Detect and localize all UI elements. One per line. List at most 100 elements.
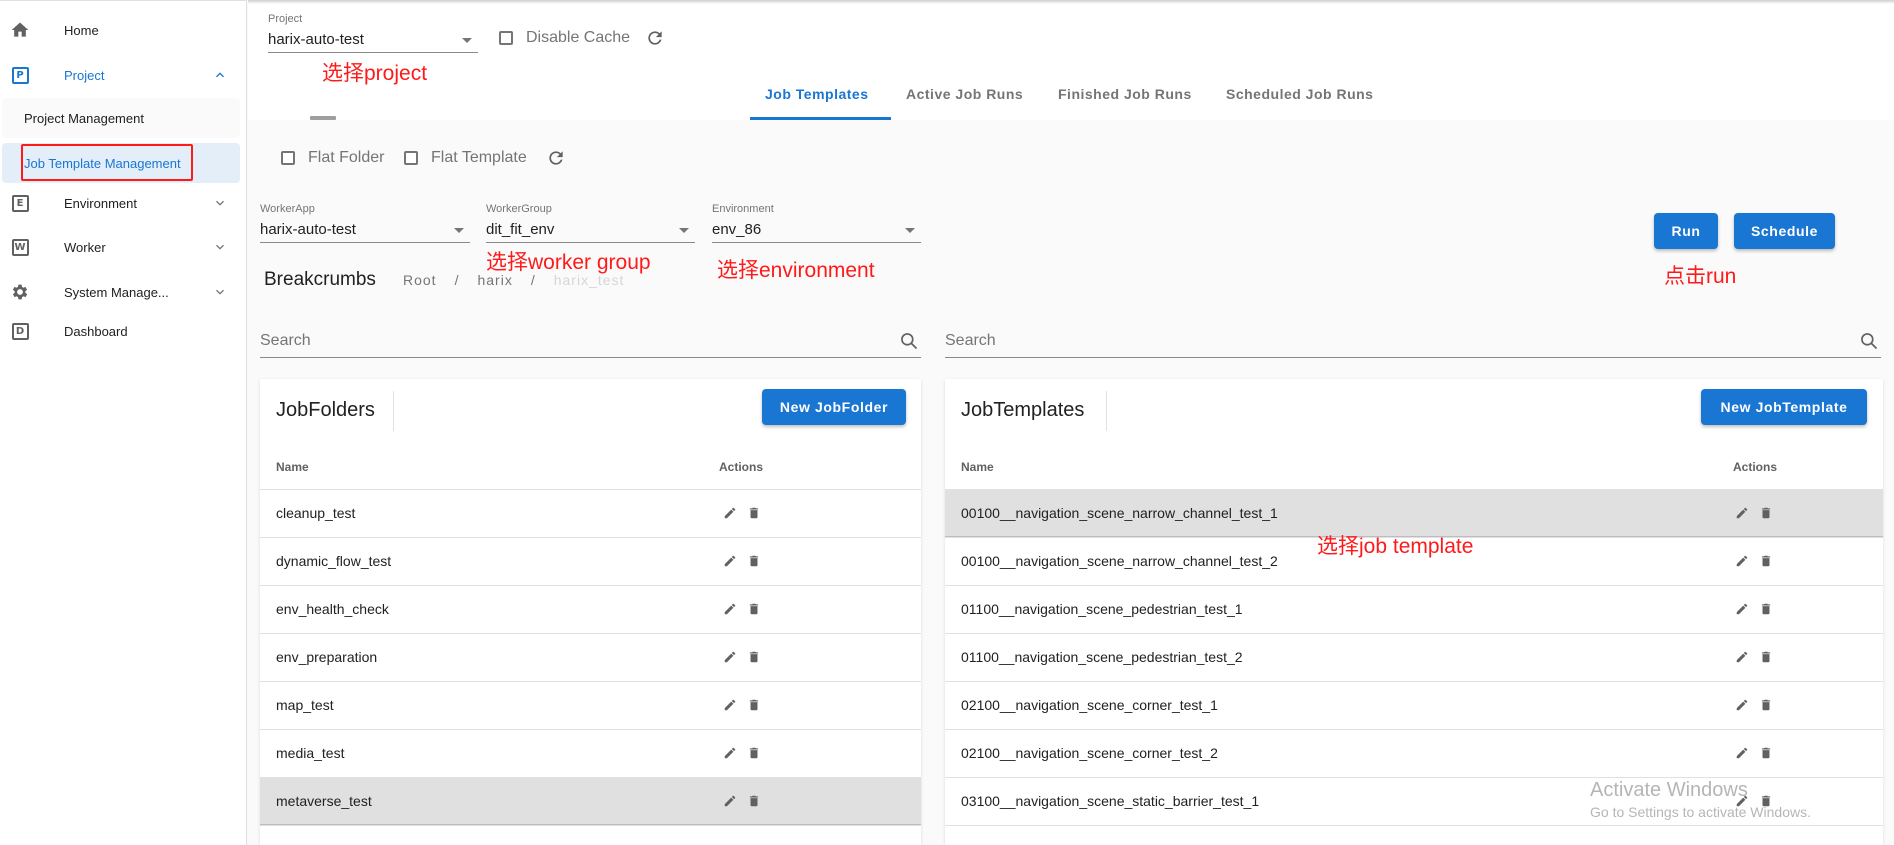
row-name: cleanup_test (276, 505, 356, 521)
row-name: dynamic_flow_test (276, 553, 392, 569)
flat-folder-checkbox[interactable] (281, 151, 295, 165)
table-row[interactable]: 02100__navigation_scene_corner_test_2 (945, 729, 1883, 777)
small-handle (310, 116, 336, 120)
delete-icon[interactable] (1759, 554, 1775, 570)
delete-icon[interactable] (747, 746, 763, 762)
flat-template-label: Flat Template (431, 149, 527, 166)
edit-icon[interactable] (723, 602, 739, 618)
sidebar-item-home[interactable]: Home (0, 10, 246, 50)
table-row[interactable]: 01100__navigation_scene_pedestrian_test_… (945, 585, 1883, 633)
edit-icon[interactable] (723, 746, 739, 762)
worker-app-label: WorkerApp (260, 203, 315, 215)
row-name: metaverse_test (276, 793, 372, 809)
delete-icon[interactable] (1759, 746, 1775, 762)
delete-icon[interactable] (747, 794, 763, 810)
edit-icon[interactable] (723, 650, 739, 666)
new-job-template-button[interactable]: New JobTemplate (1701, 389, 1867, 425)
annotation-select-project: 选择project (322, 62, 428, 85)
table-row[interactable]: map_test (260, 681, 921, 729)
sidebar-item-job-template-management[interactable]: Job Template Management (2, 143, 240, 183)
edit-icon[interactable] (1735, 554, 1751, 570)
refresh-icon[interactable] (645, 28, 665, 48)
tab-finished-job-runs[interactable]: Finished Job Runs (1058, 86, 1192, 102)
edit-icon[interactable] (1735, 602, 1751, 618)
table-row[interactable]: 02100__navigation_scene_corner_test_1 (945, 681, 1883, 729)
title-divider (393, 391, 394, 431)
worker-group-select[interactable]: dit_fit_env (486, 219, 695, 243)
template-search-input[interactable]: Search (945, 324, 1881, 358)
worker-app-select[interactable]: harix-auto-test (260, 219, 470, 243)
delete-icon[interactable] (1759, 506, 1775, 522)
sidebar-item-label: Home (64, 22, 99, 38)
folder-search-input[interactable]: Search (260, 324, 921, 358)
delete-icon[interactable] (747, 602, 763, 618)
chevron-down-icon (212, 284, 228, 300)
row-name: 02100__navigation_scene_corner_test_2 (961, 745, 1218, 761)
top-shadow (248, 0, 1894, 4)
flat-template-checkbox[interactable] (404, 151, 418, 165)
row-name: media_test (276, 745, 345, 761)
chevron-down-icon (212, 239, 228, 255)
top-header (248, 0, 1894, 120)
worker-group-label: WorkerGroup (486, 203, 552, 215)
new-job-folder-button[interactable]: New JobFolder (762, 389, 906, 425)
refresh-icon[interactable] (546, 148, 566, 168)
row-name: 01100__navigation_scene_pedestrian_test_… (961, 649, 1243, 665)
sidebar-item-project-management[interactable]: Project Management (2, 98, 240, 138)
sidebar-item-system-management[interactable]: System Manage... (0, 272, 246, 312)
edit-icon[interactable] (1735, 746, 1751, 762)
column-header-name: Name (961, 460, 994, 474)
environment-select[interactable]: env_86 (712, 219, 921, 243)
breadcrumb-item-harix[interactable]: harix (477, 272, 512, 288)
caret-down-icon (462, 38, 472, 43)
table-row[interactable]: cleanup_test (260, 489, 921, 537)
table-row[interactable]: 01100__navigation_scene_pedestrian_test_… (945, 633, 1883, 681)
delete-icon[interactable] (747, 698, 763, 714)
edit-icon[interactable] (723, 554, 739, 570)
schedule-button[interactable]: Schedule (1734, 213, 1835, 249)
sidebar-item-dashboard[interactable]: D Dashboard (0, 311, 246, 351)
edit-icon[interactable] (1735, 698, 1751, 714)
tab-scheduled-job-runs[interactable]: Scheduled Job Runs (1226, 86, 1373, 102)
project-select[interactable]: harix-auto-test (268, 29, 478, 53)
column-header-name: Name (276, 460, 309, 474)
tab-active-job-runs[interactable]: Active Job Runs (906, 86, 1023, 102)
chevron-down-icon (212, 195, 228, 211)
edit-icon[interactable] (1735, 650, 1751, 666)
row-name: 01100__navigation_scene_pedestrian_test_… (961, 601, 1243, 617)
run-button[interactable]: Run (1654, 213, 1718, 249)
edit-icon[interactable] (723, 698, 739, 714)
delete-icon[interactable] (747, 506, 763, 522)
disable-cache-checkbox[interactable] (499, 31, 513, 45)
edit-icon[interactable] (723, 506, 739, 522)
annotation-click-run: 点击run (1664, 265, 1737, 288)
delete-icon[interactable] (1759, 698, 1775, 714)
caret-down-icon (454, 228, 464, 233)
breadcrumbs-title: Breakcrumbs (264, 269, 376, 290)
delete-icon[interactable] (747, 650, 763, 666)
search-icon[interactable] (1859, 331, 1879, 351)
breadcrumb-item-current: harix_test (553, 272, 625, 288)
project-icon: P (10, 65, 30, 85)
delete-icon[interactable] (747, 554, 763, 570)
sidebar-item-environment[interactable]: E Environment (0, 183, 246, 223)
table-row[interactable]: env_health_check (260, 585, 921, 633)
edit-icon[interactable] (723, 794, 739, 810)
table-row[interactable]: metaverse_test (260, 777, 921, 825)
sidebar-item-project[interactable]: P Project (0, 55, 246, 95)
edit-icon[interactable] (1735, 506, 1751, 522)
row-name: 00100__navigation_scene_narrow_channel_t… (961, 505, 1278, 521)
table-row[interactable]: dynamic_flow_test (260, 537, 921, 585)
search-icon[interactable] (899, 331, 919, 351)
row-name: 00100__navigation_scene_narrow_channel_t… (961, 553, 1278, 569)
active-tab-indicator (750, 117, 891, 120)
delete-icon[interactable] (1759, 602, 1775, 618)
tab-job-templates[interactable]: Job Templates (765, 86, 869, 102)
table-row[interactable]: env_preparation (260, 633, 921, 681)
sidebar-item-worker[interactable]: W Worker (0, 227, 246, 267)
breadcrumb-item-root[interactable]: Root (403, 272, 437, 288)
sidebar-item-label: Dashboard (64, 323, 128, 339)
table-row[interactable]: media_test (260, 729, 921, 777)
worker-icon: W (10, 237, 30, 257)
delete-icon[interactable] (1759, 650, 1775, 666)
